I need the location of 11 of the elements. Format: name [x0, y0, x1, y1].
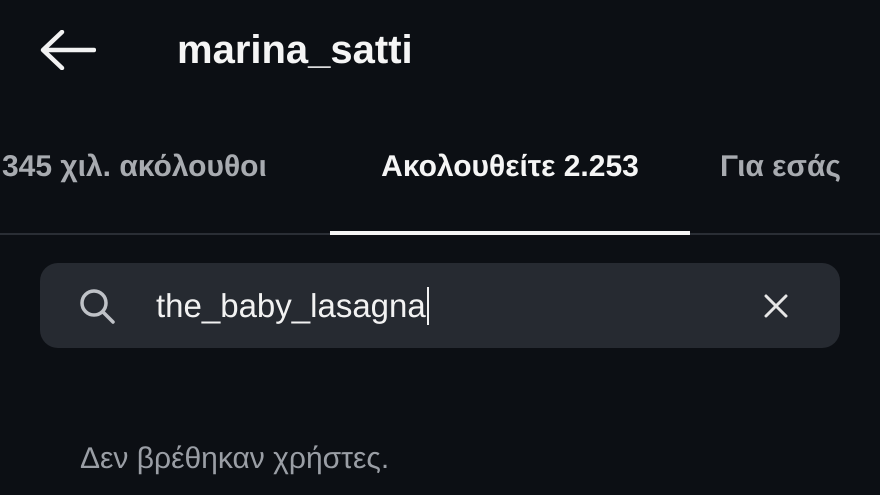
- close-icon[interactable]: [764, 294, 788, 318]
- search-field[interactable]: the_baby_lasagna: [40, 263, 840, 348]
- search-query: the_baby_lasagna: [156, 286, 426, 326]
- back-arrow-icon[interactable]: [40, 30, 96, 70]
- search-icon: [78, 286, 116, 324]
- empty-results-message: Δεν βρέθηκαν χρήστες.: [79, 441, 390, 477]
- tab[interactable]: Για εσάς: [720, 144, 841, 189]
- profile-username: marina_satti: [177, 27, 413, 74]
- tab[interactable]: 345 χιλ. ακόλουθοι: [2, 144, 267, 189]
- text-cursor: [426, 286, 429, 324]
- tab[interactable]: Ακολουθείτε 2.253: [381, 144, 639, 189]
